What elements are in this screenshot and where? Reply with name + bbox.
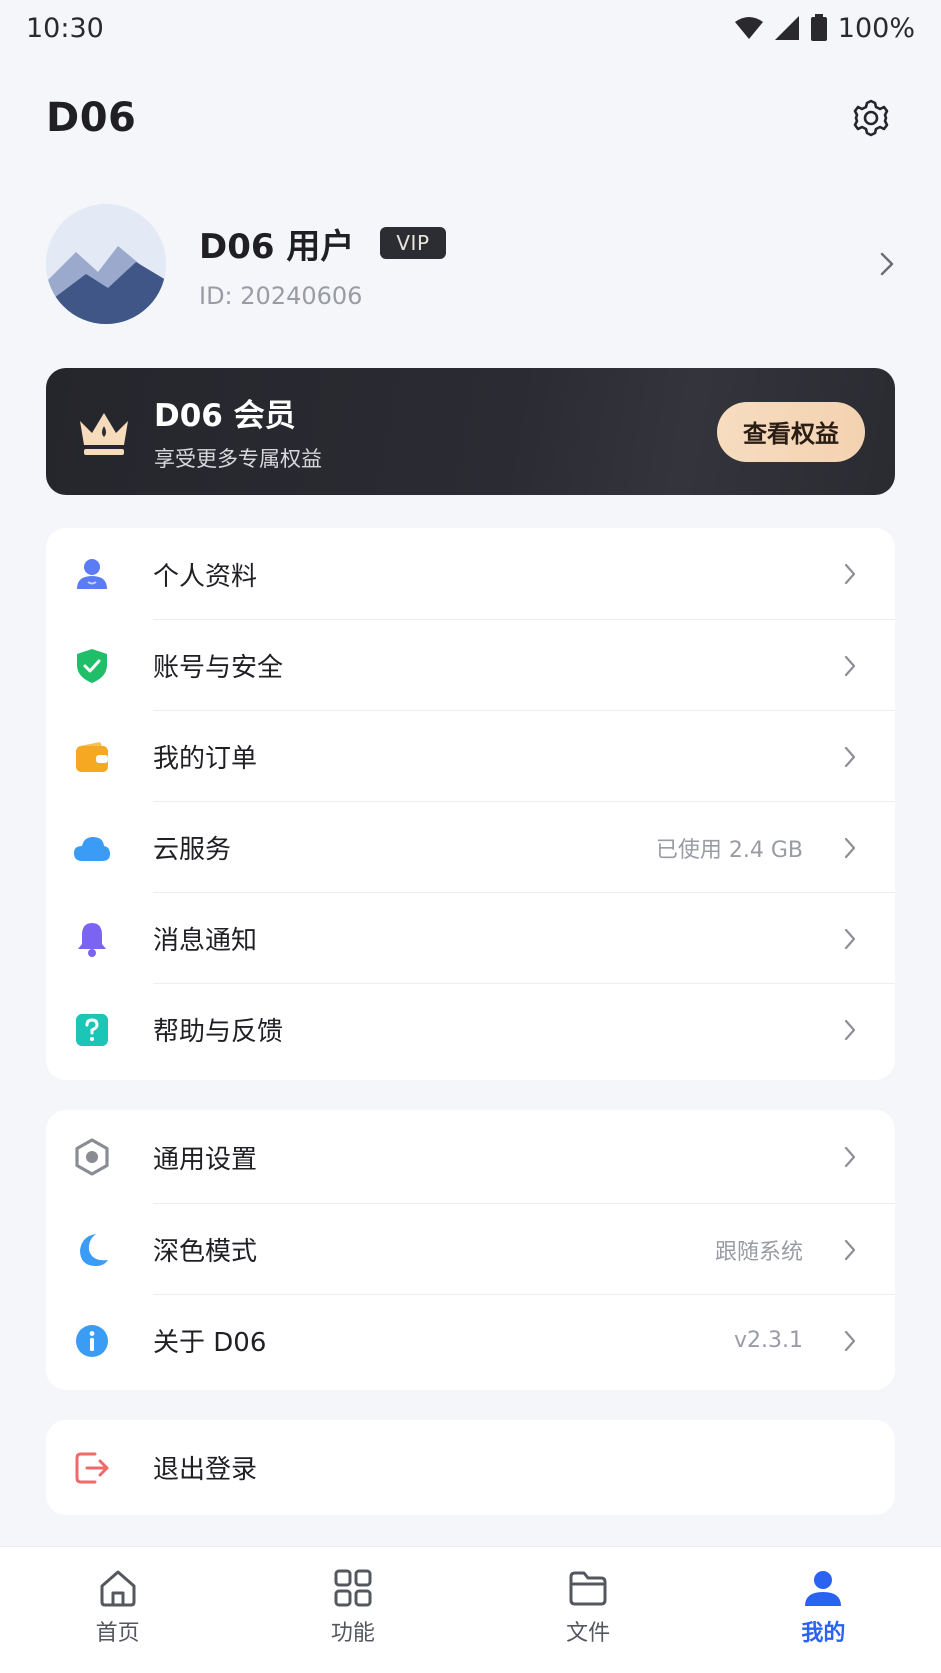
chevron-right-icon: [844, 1239, 856, 1260]
menu-label: 帮助与反馈: [153, 1017, 284, 1047]
menu-label: 通用设置: [153, 1144, 258, 1175]
view-benefits-button[interactable]: 查看权益: [717, 401, 865, 462]
settings-button[interactable]: [847, 94, 895, 142]
signal-icon: [774, 16, 799, 40]
battery-percent: 100%: [837, 12, 915, 44]
wallet-icon: [72, 737, 112, 777]
tab-label: 首页: [95, 1621, 140, 1646]
tab-home[interactable]: 首页: [0, 1547, 235, 1673]
info-icon: [72, 1321, 112, 1361]
folder-icon: [569, 1571, 607, 1606]
chevron-right-icon: [844, 563, 856, 585]
battery-icon: [810, 14, 827, 41]
tab-label: 我的: [801, 1621, 846, 1646]
chevron-right-icon: [844, 1330, 856, 1351]
chevron-right-icon: [844, 1146, 856, 1168]
bottom-tab-bar: 首页 功能 文件 我的: [0, 1546, 941, 1673]
tab-label: 功能: [330, 1621, 375, 1646]
menu-value: 已使用 2.4 GB: [655, 837, 803, 863]
tab-features[interactable]: 功能: [235, 1547, 470, 1673]
user-name: D06 用户: [199, 226, 355, 267]
status-icons: 100%: [734, 13, 915, 44]
user-icon: [72, 554, 112, 594]
menu-label: 深色模式: [153, 1237, 258, 1267]
user-id: ID: 20240606: [199, 281, 363, 310]
home-icon: [100, 1570, 136, 1607]
menu-item-account-security[interactable]: 账号与安全: [46, 620, 895, 711]
menu-label: 消息通知: [153, 926, 258, 956]
vip-subtitle: 享受更多专属权益: [154, 447, 322, 471]
wifi-icon: [734, 17, 763, 39]
help-icon: [72, 1010, 112, 1050]
chevron-right-icon: [844, 655, 856, 676]
menu-value: 跟随系统: [714, 1239, 803, 1265]
crown-icon: [80, 412, 128, 455]
page-title: D06: [46, 95, 137, 141]
page-header: D06: [46, 88, 895, 148]
menu-label: 我的订单: [153, 744, 258, 774]
menu-label: 个人资料: [153, 561, 258, 592]
chevron-right-icon: [844, 928, 856, 949]
logout-button[interactable]: 退出登录: [46, 1420, 895, 1515]
profile-row[interactable]: D06 用户 VIP ID: 20240606: [46, 203, 895, 325]
moon-icon: [72, 1230, 112, 1270]
menu-item-orders[interactable]: 我的订单: [46, 711, 895, 802]
chevron-right-icon: [880, 252, 894, 276]
tab-files[interactable]: 文件: [471, 1547, 706, 1673]
menu-label: 关于 D06: [153, 1328, 267, 1358]
menu-label: 账号与安全: [153, 653, 284, 683]
logout-label: 退出登录: [153, 1455, 258, 1485]
chevron-right-icon: [844, 837, 856, 858]
grid-icon: [334, 1569, 372, 1607]
status-bar: 10:30 100%: [0, 0, 941, 56]
menu-card-settings: 通用设置 深色模式 跟随系统 关于 D06 v2.3.1: [46, 1110, 895, 1390]
vip-membership-card[interactable]: D06 会员 享受更多专属权益 查看权益: [46, 368, 895, 495]
menu-item-general-settings[interactable]: 通用设置: [46, 1110, 895, 1204]
avatar[interactable]: [46, 204, 166, 324]
chevron-right-icon: [844, 746, 856, 767]
menu-item-about[interactable]: 关于 D06 v2.3.1: [46, 1295, 895, 1386]
logout-card: 退出登录: [46, 1420, 895, 1515]
shield-check-icon: [72, 646, 112, 686]
status-time: 10:30: [26, 12, 104, 44]
logout-icon: [72, 1448, 112, 1488]
vip-title: D06 会员: [154, 398, 296, 434]
menu-item-profile[interactable]: 个人资料: [46, 528, 895, 620]
menu-item-help[interactable]: 帮助与反馈: [46, 984, 895, 1075]
menu-item-notifications[interactable]: 消息通知: [46, 893, 895, 984]
bell-icon: [72, 919, 112, 959]
menu-value: v2.3.1: [734, 1328, 803, 1353]
cloud-icon: [72, 828, 112, 868]
profile-icon: [805, 1571, 842, 1606]
chevron-right-icon: [844, 1019, 856, 1040]
mountain-avatar-icon: [46, 204, 166, 324]
menu-label: 云服务: [153, 835, 232, 865]
vip-badge: VIP: [380, 227, 446, 259]
menu-item-dark-mode[interactable]: 深色模式 跟随系统: [46, 1204, 895, 1295]
settings-hex-icon: [72, 1137, 112, 1177]
tab-label: 文件: [566, 1621, 611, 1646]
menu-item-cloud[interactable]: 云服务 已使用 2.4 GB: [46, 802, 895, 893]
menu-card-main: 个人资料 账号与安全 我的订单 云服务 已使用 2.4 GB 消息通知 帮助与反…: [46, 528, 895, 1080]
tab-me[interactable]: 我的: [706, 1547, 941, 1673]
gear-icon: [853, 99, 889, 137]
